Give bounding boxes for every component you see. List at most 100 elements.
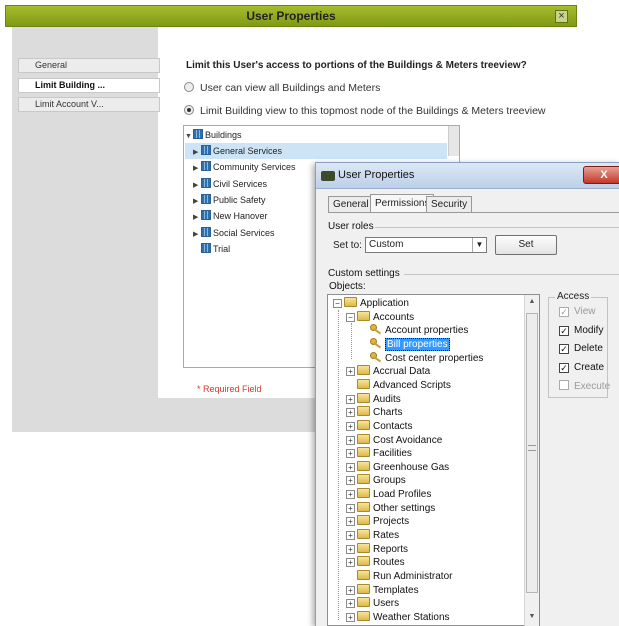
tree-node-civil-services[interactable]: ▶ Civil Services xyxy=(193,176,267,192)
tree-item-bill-properties[interactable]: Bill properties xyxy=(359,337,450,351)
tree-item-application[interactable]: − Application xyxy=(333,297,409,310)
folder-icon xyxy=(357,515,370,526)
checkbox-label: Create xyxy=(574,361,605,373)
close-button[interactable]: X xyxy=(583,166,619,184)
tree-item-load-profiles[interactable]: + Load Profiles xyxy=(346,488,431,501)
radio-button-selected[interactable] xyxy=(184,105,194,115)
access-modify-checkbox[interactable]: ✓ Modify xyxy=(559,325,603,336)
expand-icon[interactable]: + xyxy=(346,394,355,404)
tree-item-other-settings[interactable]: + Other settings xyxy=(346,501,435,515)
chevron-down-icon[interactable]: ▼ xyxy=(472,238,486,252)
tab-security[interactable]: Security xyxy=(426,196,473,212)
web-dialog-title: User Properties xyxy=(246,9,336,23)
tree-item-groups[interactable]: + Groups xyxy=(346,474,406,487)
expand-icon[interactable]: + xyxy=(346,612,355,622)
tree-item-weather-stations[interactable]: + Weather Stations xyxy=(346,610,450,624)
caret-right-icon[interactable]: ▶ xyxy=(193,227,201,243)
nav-item-general[interactable]: General xyxy=(18,58,160,73)
folder-icon xyxy=(357,570,370,580)
tree-item-templates[interactable]: + Templates xyxy=(346,583,419,597)
expand-icon[interactable]: + xyxy=(346,558,355,568)
tree-item-label: Greenhouse Gas xyxy=(373,461,450,473)
tree-node-trial[interactable]: Trial xyxy=(201,241,230,257)
expand-icon[interactable]: + xyxy=(346,408,355,418)
access-view-checkbox: ✓ View xyxy=(559,306,596,317)
expand-icon[interactable]: + xyxy=(346,517,355,527)
tree-item-facilities[interactable]: + Facilities xyxy=(346,447,412,460)
set-button[interactable]: Set xyxy=(495,235,557,255)
tree-item-greenhouse-gas[interactable]: + Greenhouse Gas xyxy=(346,460,450,474)
tree-node-new-hanover[interactable]: ▶ New Hanover xyxy=(193,208,268,224)
expand-icon[interactable]: + xyxy=(346,367,355,377)
folder-icon xyxy=(357,310,370,321)
tree-node-social-services[interactable]: ▶ Social Services xyxy=(193,225,275,241)
building-icon xyxy=(201,145,211,155)
checkbox[interactable]: ✓ xyxy=(559,344,569,354)
dialog-title-bar[interactable]: User Properties X xyxy=(316,163,619,189)
radio-option-view-all[interactable]: User can view all Buildings and Meters xyxy=(184,82,380,94)
folder-icon xyxy=(357,419,370,430)
expand-icon[interactable]: + xyxy=(346,585,355,595)
checkbox[interactable]: ✓ xyxy=(559,325,569,336)
expand-icon[interactable]: + xyxy=(346,503,355,513)
access-create-checkbox[interactable]: ✓ Create xyxy=(559,362,604,373)
folder-icon xyxy=(357,474,370,485)
objects-scrollbar[interactable]: ▲ ▼ xyxy=(524,295,539,626)
tab-general[interactable]: General xyxy=(328,196,374,212)
tab-divider xyxy=(328,212,619,213)
expand-icon[interactable]: + xyxy=(346,421,355,431)
tree-item-cost-center-properties[interactable]: Cost center properties xyxy=(359,351,483,365)
tree-node-buildings[interactable]: ▼ Buildings xyxy=(185,127,447,143)
radio-label: User can view all Buildings and Meters xyxy=(200,82,381,94)
scroll-up-icon[interactable]: ▲ xyxy=(525,298,539,305)
expand-icon[interactable]: + xyxy=(346,490,355,500)
tree-item-contacts[interactable]: + Contacts xyxy=(346,419,412,433)
tree-item-cost-avoidance[interactable]: + Cost Avoidance xyxy=(346,433,442,447)
tree-node-general-services[interactable]: ▶ General Services xyxy=(185,143,447,159)
tree-scrollbar[interactable] xyxy=(448,126,459,156)
scroll-thumb[interactable] xyxy=(526,313,538,593)
tree-item-advanced-scripts[interactable]: Advanced Scripts xyxy=(346,378,451,392)
folder-icon xyxy=(357,392,370,403)
expand-icon[interactable]: + xyxy=(346,462,355,472)
expand-icon[interactable]: + xyxy=(346,449,355,459)
caret-right-icon[interactable]: ▶ xyxy=(193,161,201,177)
radio-button[interactable] xyxy=(184,82,194,92)
tree-item-users[interactable]: + Users xyxy=(346,597,399,610)
tree-item-routes[interactable]: + Routes xyxy=(346,556,405,569)
collapse-icon[interactable]: − xyxy=(333,299,342,308)
tab-permissions[interactable]: Permissions xyxy=(370,194,435,212)
expand-icon[interactable]: + xyxy=(346,476,355,486)
tree-item-charts[interactable]: + Charts xyxy=(346,406,402,419)
role-select-value: Custom xyxy=(369,239,404,250)
scroll-down-icon[interactable]: ▼ xyxy=(525,613,539,620)
tree-node-public-safety[interactable]: ▶ Public Safety xyxy=(193,192,266,208)
expand-icon[interactable]: + xyxy=(346,531,355,541)
collapse-icon[interactable]: − xyxy=(346,312,355,322)
checkbox[interactable]: ✓ xyxy=(559,362,569,373)
expand-icon[interactable]: + xyxy=(346,435,355,445)
tree-item-audits[interactable]: + Audits xyxy=(346,392,401,406)
close-icon[interactable]: × xyxy=(555,10,568,23)
tree-item-projects[interactable]: + Projects xyxy=(346,515,409,528)
tree-item-accounts[interactable]: − Accounts xyxy=(346,310,414,324)
tree-item-reports[interactable]: + Reports xyxy=(346,542,409,556)
tree-item-accrual-data[interactable]: + Accrual Data xyxy=(346,365,430,378)
folder-icon xyxy=(357,529,370,540)
expand-icon[interactable]: + xyxy=(346,599,355,609)
tree-item-account-properties[interactable]: Account properties xyxy=(359,324,468,337)
tree-node-community-services[interactable]: ▶ Community Services xyxy=(193,159,296,175)
nav-item-limit-account[interactable]: Limit Account V... xyxy=(18,97,160,112)
radio-option-limit-view[interactable]: Limit Building view to this topmost node… xyxy=(184,105,546,117)
tree-item-run-administrator[interactable]: Run Administrator xyxy=(346,570,452,583)
tree-item-label: Reports xyxy=(373,543,409,555)
nav-item-limit-building[interactable]: Limit Building ... xyxy=(18,78,160,93)
building-icon xyxy=(201,243,211,253)
tree-guide-line xyxy=(338,310,339,620)
tree-item-rates[interactable]: + Rates xyxy=(346,529,399,542)
access-delete-checkbox[interactable]: ✓ Delete xyxy=(559,343,603,354)
folder-icon xyxy=(357,433,370,444)
expand-icon[interactable]: + xyxy=(346,544,355,554)
caret-right-icon[interactable]: ▶ xyxy=(193,210,201,226)
role-select[interactable]: Custom ▼ xyxy=(365,237,487,253)
